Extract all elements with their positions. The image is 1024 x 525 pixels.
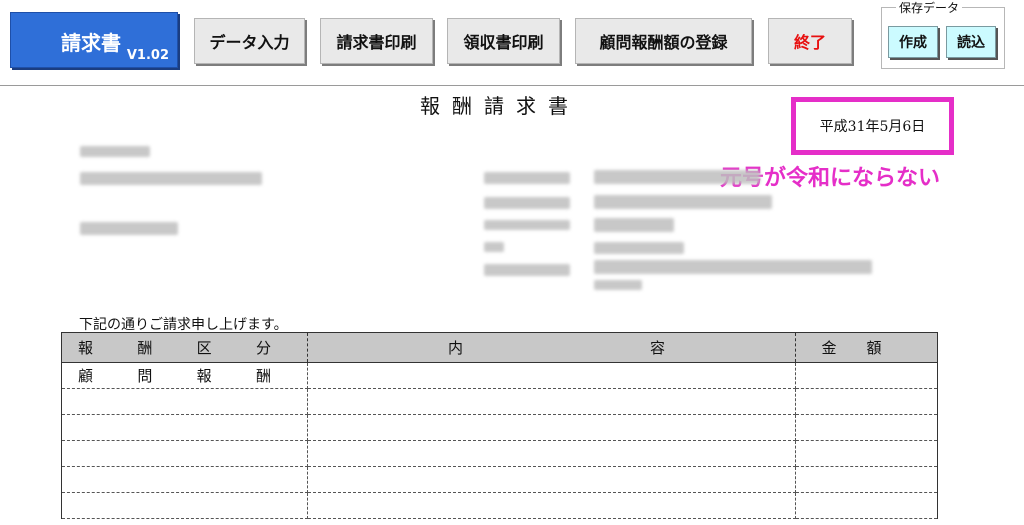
load-save-button[interactable]: 読込 — [946, 26, 996, 58]
table-row — [61, 440, 938, 467]
row-amount — [795, 414, 938, 441]
version-label: V1.02 — [126, 48, 169, 63]
table-row — [61, 492, 938, 519]
invoice-table: 報酬区分 内 容 金額 顧問報酬 — [61, 332, 938, 519]
table-row — [61, 414, 938, 441]
header-description: 内 容 — [307, 332, 796, 363]
saved-data-group: 保存データ 作成 読込 — [881, 0, 1005, 69]
row-amount — [795, 388, 938, 415]
row-amount — [795, 466, 938, 493]
table-header-row: 報酬区分 内 容 金額 — [61, 332, 938, 363]
header-description-part2: 容 — [649, 339, 665, 357]
print-invoice-button[interactable]: 請求書印刷 — [320, 18, 433, 64]
header-fee-category: 報酬区分 — [61, 332, 308, 363]
header-amount: 金額 — [795, 332, 938, 363]
register-fee-button[interactable]: 顧問報酬額の登録 — [575, 18, 752, 64]
row-fee-category — [61, 414, 308, 441]
row-description — [307, 440, 796, 467]
row-amount — [795, 362, 938, 389]
row-description — [307, 466, 796, 493]
row-fee-category — [61, 466, 308, 493]
invoice-main-button[interactable]: 請求書 V1.02 — [10, 12, 178, 68]
table-row — [61, 388, 938, 415]
header-description-part1: 内 — [448, 339, 464, 357]
row-description — [307, 414, 796, 441]
print-receipt-button[interactable]: 領収書印刷 — [447, 18, 560, 64]
intro-text: 下記の通りご請求申し上げます。 — [79, 317, 288, 333]
exit-button[interactable]: 終了 — [768, 18, 852, 64]
document-title: 報酬請求書 — [420, 94, 580, 118]
row-description — [307, 362, 796, 389]
date-highlight-box: 平成31年5月6日 — [791, 97, 954, 155]
row-fee-category — [61, 492, 308, 519]
table-row: 顧問報酬 — [61, 362, 938, 389]
row-amount — [795, 492, 938, 519]
row-fee-category — [61, 388, 308, 415]
row-amount — [795, 440, 938, 467]
saved-data-caption: 保存データ — [896, 0, 963, 16]
row-description — [307, 388, 796, 415]
row-fee-category: 顧問報酬 — [61, 362, 308, 389]
row-fee-category — [61, 440, 308, 467]
issue-date: 平成31年5月6日 — [819, 119, 926, 135]
create-save-button[interactable]: 作成 — [888, 26, 938, 58]
toolbar: 請求書 V1.02 データ入力 請求書印刷 領収書印刷 顧問報酬額の登録 終了 … — [0, 0, 1024, 86]
row-description — [307, 492, 796, 519]
data-input-button[interactable]: データ入力 — [194, 18, 305, 64]
main-button-title: 請求書 — [61, 31, 121, 55]
table-row — [61, 466, 938, 493]
